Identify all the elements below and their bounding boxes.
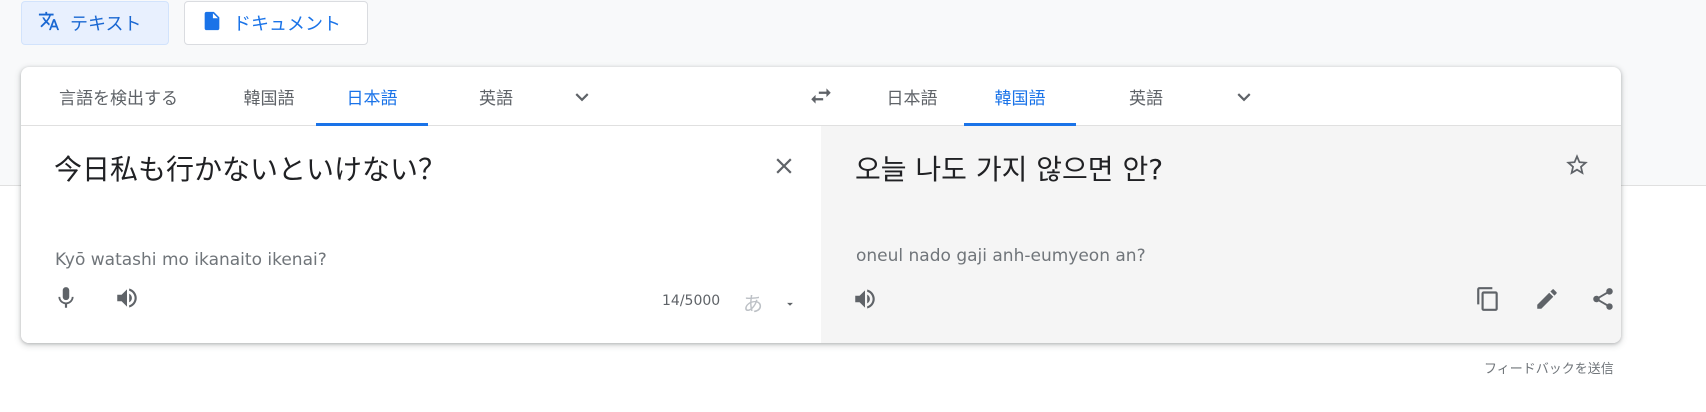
translation-romanization: oneul nado gaji anh-eumyeon an? — [856, 246, 1146, 266]
tab-target-japanese[interactable]: 日本語 — [862, 67, 962, 126]
clear-icon[interactable] — [770, 152, 798, 180]
target-more-languages-icon[interactable] — [1231, 84, 1257, 110]
swap-languages-icon[interactable] — [808, 83, 836, 111]
star-icon[interactable] — [1563, 151, 1591, 179]
character-count: 14/5000 — [662, 293, 721, 309]
text-mode-label: テキスト — [70, 14, 142, 35]
source-more-languages-icon[interactable] — [569, 84, 595, 110]
language-bar: 言語を検出する 韓国語 日本語 英語 日本語 韓国語 英語 — [21, 67, 1621, 126]
source-text-input[interactable]: 今日私も行かないといけない？ — [54, 148, 446, 188]
input-method-dropdown-icon[interactable] — [783, 296, 797, 310]
source-listen-icon[interactable] — [113, 284, 141, 312]
source-romanization: Kyō watashi mo ikanaito ikenai? — [55, 250, 327, 270]
tab-source-japanese[interactable]: 日本語 — [316, 67, 428, 126]
send-feedback-link[interactable]: フィードバックを送信 — [1484, 358, 1614, 377]
source-pane: 今日私も行かないといけない？ Kyō watashi mo ikanaito i… — [21, 126, 821, 343]
text-mode-button[interactable]: テキスト — [21, 1, 169, 45]
copy-icon[interactable] — [1474, 285, 1502, 313]
share-icon[interactable] — [1589, 285, 1617, 313]
input-method-label[interactable]: あ — [743, 288, 763, 317]
translate-icon — [38, 10, 60, 37]
target-pane: 오늘 나도 가지 않으면 안? oneul nado gaji anh-eumy… — [821, 126, 1621, 343]
tab-target-korean[interactable]: 韓国語 — [964, 67, 1076, 126]
target-listen-icon[interactable] — [851, 285, 879, 313]
document-mode-label: ドキュメント — [233, 14, 341, 35]
translation-card: 言語を検出する 韓国語 日本語 英語 日本語 韓国語 英語 今日私も行かないとい… — [21, 67, 1621, 343]
edit-icon[interactable] — [1533, 285, 1561, 313]
tab-source-english[interactable]: 英語 — [451, 67, 541, 126]
microphone-icon[interactable] — [52, 284, 80, 312]
tab-source-korean[interactable]: 韓国語 — [224, 67, 314, 126]
tab-detect-language[interactable]: 言語を検出する — [46, 67, 191, 126]
document-icon — [201, 10, 223, 37]
translation-text: 오늘 나도 가지 않으면 안? — [855, 153, 1164, 186]
tab-target-english[interactable]: 英語 — [1101, 67, 1191, 126]
document-mode-button[interactable]: ドキュメント — [184, 1, 368, 45]
